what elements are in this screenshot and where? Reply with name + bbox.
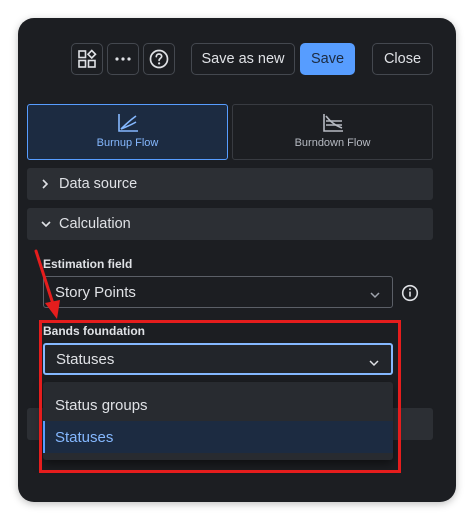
chevron-down-icon (369, 287, 381, 304)
info-icon[interactable] (401, 284, 419, 307)
burndown-flow-label: Burndown Flow (294, 137, 371, 149)
more-icon (115, 57, 131, 61)
chevron-right-icon (41, 179, 59, 189)
burnup-flow-option[interactable]: Burnup Flow (27, 104, 228, 160)
burndown-chart-icon (322, 114, 343, 132)
data-source-section-header[interactable]: Data source (27, 168, 433, 200)
widget-layout-icon (78, 49, 97, 68)
more-button[interactable] (107, 43, 139, 75)
annotation-highlight-box (39, 320, 401, 473)
data-source-label: Data source (59, 176, 138, 192)
help-button[interactable] (143, 43, 175, 75)
calculation-section-header[interactable]: Calculation (27, 208, 433, 240)
close-button[interactable]: Close (372, 43, 433, 75)
widget-layout-button[interactable] (71, 43, 103, 75)
calculation-label: Calculation (59, 216, 131, 232)
annotation-arrow-icon (34, 249, 60, 319)
burnup-flow-label: Burnup Flow (96, 137, 159, 149)
burndown-flow-option[interactable]: Burndown Flow (232, 104, 433, 160)
burnup-chart-icon (117, 114, 138, 132)
estimation-field-select[interactable]: Story Points (43, 276, 393, 308)
save-button[interactable]: Save (300, 43, 355, 75)
chevron-down-icon (41, 220, 59, 228)
save-as-new-button[interactable]: Save as new (191, 43, 295, 75)
help-icon (149, 49, 169, 69)
